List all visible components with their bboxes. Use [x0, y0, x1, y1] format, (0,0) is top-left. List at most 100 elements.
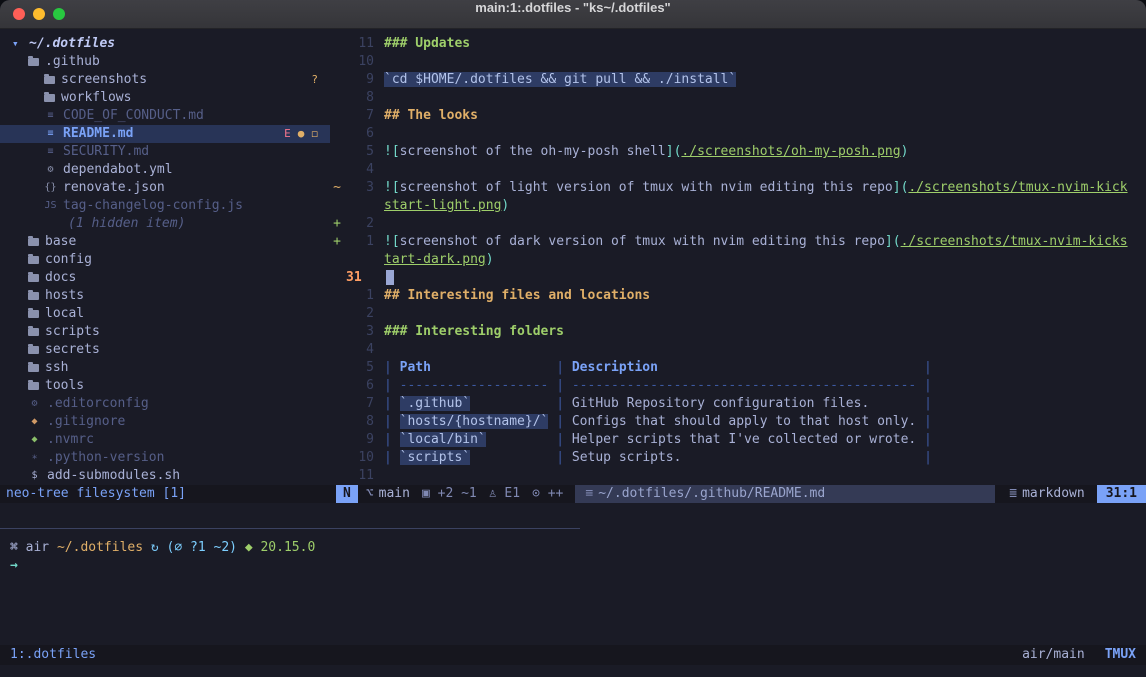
editor-line[interactable]: 5![screenshot of the oh-my-posh shell](.… — [330, 143, 1146, 161]
editor-line[interactable]: ~3![screenshot of light version of tmux … — [330, 179, 1146, 197]
terminal-content: ▾~/.dotfiles.githubscreenshots?workflows… — [0, 29, 1146, 677]
editor-line[interactable]: 8| `hosts/{hostname}/` | Configs that sh… — [330, 413, 1146, 431]
expander-icon[interactable]: ▾ — [12, 35, 23, 53]
line-number — [344, 251, 374, 269]
editor-line[interactable]: 10| `scripts` | Setup scripts. | — [330, 449, 1146, 467]
tree-item[interactable]: ∗.python-version — [0, 449, 330, 467]
tree-item-label: tag-changelog-config.js — [63, 197, 243, 215]
tree-item-folder[interactable]: base — [0, 233, 330, 251]
tree-item-folder[interactable]: docs — [0, 269, 330, 287]
editor-line[interactable]: +1![screenshot of dark version of tmux w… — [330, 233, 1146, 251]
tree-item[interactable]: ⚙dependabot.yml — [0, 161, 330, 179]
editor-line[interactable]: 9`cd $HOME/.dotfiles && git pull && ./in… — [330, 71, 1146, 89]
line-number: 2 — [344, 215, 374, 233]
editor-line[interactable]: 9| `local/bin` | Helper scripts that I'v… — [330, 431, 1146, 449]
file-icon: ◆ — [28, 413, 41, 431]
editor-line[interactable]: 7| `.github` | GitHub Repository configu… — [330, 395, 1146, 413]
line-number: 6 — [344, 377, 374, 395]
editor-line[interactable]: 5| Path | Description | — [330, 359, 1146, 377]
line-number: 4 — [344, 341, 374, 359]
line-number: 1 — [344, 287, 374, 305]
tree-item[interactable]: ◆.nvmrc — [0, 431, 330, 449]
tree-item-label: config — [45, 251, 92, 269]
cursor-block — [386, 270, 394, 285]
editor-line[interactable]: 4 — [330, 341, 1146, 359]
file-icon: ⚙ — [28, 395, 41, 413]
editor-line[interactable]: 7## The looks — [330, 107, 1146, 125]
tree-item-folder[interactable]: hosts — [0, 287, 330, 305]
zoom-button[interactable] — [53, 8, 65, 20]
tree-item-folder[interactable]: screenshots? — [0, 71, 330, 89]
line-number: 7 — [344, 395, 374, 413]
tree-item[interactable]: $add-submodules.sh — [0, 467, 330, 485]
file-icon: ≡ — [44, 143, 57, 161]
tree-item-label: secrets — [45, 341, 100, 359]
editor-line[interactable]: +2 — [330, 215, 1146, 233]
cursor-position: 31:1 — [1097, 485, 1146, 503]
tree-item-folder[interactable]: local — [0, 305, 330, 323]
editor-line[interactable]: 11### Updates — [330, 35, 1146, 53]
file-icon: ≡ — [585, 485, 593, 503]
modified-marker: ● — [298, 125, 305, 143]
tree-item-markers: E●◻ — [284, 125, 330, 143]
tree-item-folder[interactable]: config — [0, 251, 330, 269]
tree-item-label: local — [45, 305, 84, 323]
shell-prompt: ⌘ air ~/.dotfiles ↻ (⌀ ?1 ~2) ◆ 20.15.0 — [10, 539, 315, 557]
line-text: `cd $HOME/.dotfiles && git pull && ./ins… — [384, 71, 736, 89]
folder-icon — [28, 238, 39, 246]
tree-item-folder[interactable]: workflows — [0, 89, 330, 107]
diagnostic-error-marker: E — [284, 125, 291, 143]
tree-item[interactable]: JS tag-changelog-config.js — [0, 197, 330, 215]
tree-item[interactable]: {}renovate.json — [0, 179, 330, 197]
titlebar[interactable]: main:1:.dotfiles - "ks~/.dotfiles" — [0, 0, 1146, 29]
tree-item[interactable]: ≡CODE_OF_CONDUCT.md — [0, 107, 330, 125]
tree-item-folder[interactable]: .github — [0, 53, 330, 71]
tree-item[interactable]: ≡SECURITY.md — [0, 143, 330, 161]
editor-line[interactable]: 8 — [330, 89, 1146, 107]
tree-item[interactable]: ≡README.mdE●◻ — [0, 125, 330, 143]
pane-divider[interactable] — [0, 528, 580, 529]
gutter-sign — [330, 395, 344, 413]
tree-item-folder[interactable]: tools — [0, 377, 330, 395]
tree-item[interactable]: ◆.gitignore — [0, 413, 330, 431]
editor-line[interactable]: 4 — [330, 161, 1146, 179]
mode-indicator: N — [336, 485, 358, 503]
editor-pane[interactable]: 11### Updates109`cd $HOME/.dotfiles && g… — [330, 35, 1146, 485]
filetype: ≣markdown — [1009, 485, 1084, 503]
tree-item-folder[interactable]: scripts — [0, 323, 330, 341]
apple-icon: ⌘ — [10, 540, 26, 555]
editor-line[interactable]: 2 — [330, 305, 1146, 323]
tree-item-label: .nvmrc — [47, 431, 94, 449]
editor-line[interactable]: start-light.png) — [330, 197, 1146, 215]
line-number — [344, 197, 374, 215]
line-number: 8 — [344, 89, 374, 107]
tree-root[interactable]: ▾~/.dotfiles — [0, 35, 330, 53]
tree-item-folder[interactable]: ssh — [0, 359, 330, 377]
editor-line[interactable]: 6 | ------------------- | ---------------… — [330, 377, 1146, 395]
tmux-statusbar: 1:.dotfiles air/main TMUX — [0, 645, 1146, 665]
editor-line[interactable]: 3### Interesting folders — [330, 323, 1146, 341]
tree-item[interactable]: (1 hidden item) — [0, 215, 330, 233]
line-text: | ------------------- | ----------------… — [384, 377, 932, 395]
editor-line[interactable]: tart-dark.png) — [330, 251, 1146, 269]
editor-line[interactable]: 6 — [330, 125, 1146, 143]
line-number: 4 — [344, 161, 374, 179]
line-number: 2 — [344, 305, 374, 323]
tree-item-folder[interactable]: secrets — [0, 341, 330, 359]
folder-icon — [28, 346, 39, 354]
file-icon: JS — [44, 197, 57, 215]
editor-line[interactable]: 11 — [330, 467, 1146, 485]
editor-line[interactable]: 10 — [330, 53, 1146, 71]
editor-line[interactable]: 31 — [330, 269, 1146, 287]
arrow-icon: → — [10, 558, 18, 573]
diagnostics: ♙ E1 — [489, 485, 520, 503]
branch-name: main — [379, 486, 410, 501]
line-text: ### Updates — [384, 35, 470, 53]
folder-icon — [28, 256, 39, 264]
tree-item[interactable]: ⚙.editorconfig — [0, 395, 330, 413]
tmux-window-tab[interactable]: 1:.dotfiles — [10, 646, 96, 664]
minimize-button[interactable] — [33, 8, 45, 20]
tree-item-label: renovate.json — [63, 179, 165, 197]
close-button[interactable] — [13, 8, 25, 20]
editor-line[interactable]: 1## Interesting files and locations — [330, 287, 1146, 305]
